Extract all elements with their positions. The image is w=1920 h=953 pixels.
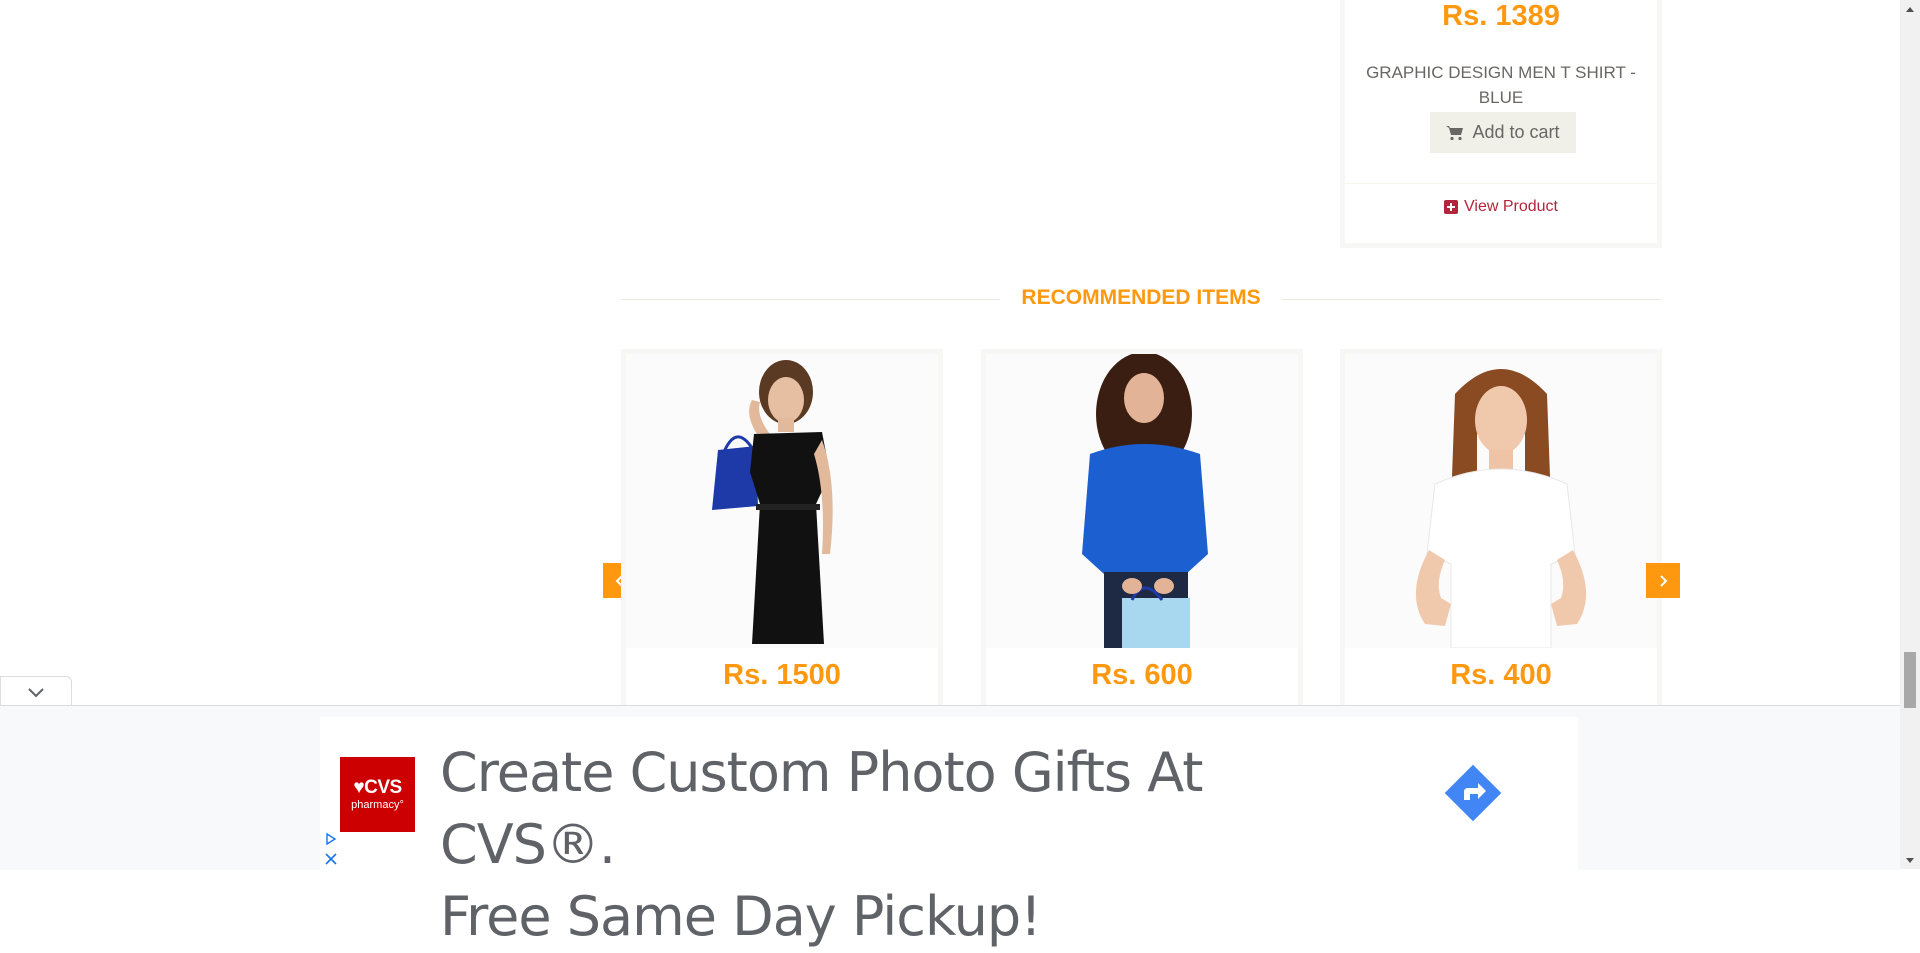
card-divider xyxy=(1345,183,1657,184)
recommended-item: Rs. 1500 xyxy=(621,349,943,729)
recommended-item: Rs. 600 xyxy=(981,349,1303,729)
view-product-label: View Product xyxy=(1464,198,1558,215)
ad-creative[interactable]: ♥CVS pharmacy° Create Custom Photo Gifts… xyxy=(320,717,1578,948)
add-to-cart-button[interactable]: Add to cart xyxy=(1430,112,1576,153)
woman-white-tee-image xyxy=(1345,354,1657,648)
ad-headline-line1: Create Custom Photo Gifts At CVS®. xyxy=(440,741,1203,876)
product-price: Rs. 1500 xyxy=(723,659,841,691)
ad-headline-line2: Free Same Day Pickup! xyxy=(440,885,1042,948)
product-image[interactable] xyxy=(626,354,938,648)
add-to-cart-label: Add to cart xyxy=(1472,122,1560,142)
product-price: Rs. 1389 xyxy=(1442,0,1560,32)
chevron-right-icon xyxy=(1660,574,1668,587)
plus-square-icon xyxy=(1444,200,1458,214)
ad-collapse-tab[interactable] xyxy=(0,676,72,706)
recommended-item: Rs. 400 xyxy=(1340,349,1662,729)
product-image[interactable] xyxy=(986,354,1298,648)
woman-black-dress-image xyxy=(626,354,938,648)
cart-icon xyxy=(1446,125,1464,140)
carousel-next-button[interactable] xyxy=(1646,563,1680,598)
product-price: Rs. 600 xyxy=(1091,659,1193,691)
page: Rs. 1389 GRAPHIC DESIGN MEN T SHIRT - BL… xyxy=(0,0,1900,948)
product-price: Rs. 400 xyxy=(1450,659,1552,691)
ad-banner: ♥CVS pharmacy° Create Custom Photo Gifts… xyxy=(0,705,1900,948)
arrow-redirect-icon[interactable] xyxy=(1442,762,1504,824)
chevron-down-icon xyxy=(28,687,44,697)
cvs-logo: ♥CVS pharmacy° xyxy=(340,757,415,832)
scroll-up-arrow-icon[interactable] xyxy=(1900,0,1920,17)
product-card: Rs. 1389 GRAPHIC DESIGN MEN T SHIRT - BL… xyxy=(1340,0,1662,248)
adchoices-icon[interactable] xyxy=(324,832,338,846)
scroll-down-arrow-icon[interactable] xyxy=(1900,852,1920,869)
product-name: GRAPHIC DESIGN MEN T SHIRT - BLUE xyxy=(1366,63,1636,107)
ad-headline[interactable]: Create Custom Photo Gifts At CVS®. Free … xyxy=(440,737,1340,953)
scroll-thumb[interactable] xyxy=(1904,652,1916,708)
cvs-brand-text: ♥CVS xyxy=(353,777,402,798)
woman-blue-top-image xyxy=(986,354,1298,648)
product-image[interactable] xyxy=(1345,354,1657,648)
cvs-brand-sub: pharmacy° xyxy=(351,799,404,811)
vertical-scrollbar[interactable] xyxy=(1900,0,1920,869)
close-icon[interactable] xyxy=(324,852,338,866)
view-product-link[interactable]: View Product xyxy=(1345,198,1657,216)
recommended-title: RECOMMENDED ITEMS xyxy=(1000,285,1282,311)
